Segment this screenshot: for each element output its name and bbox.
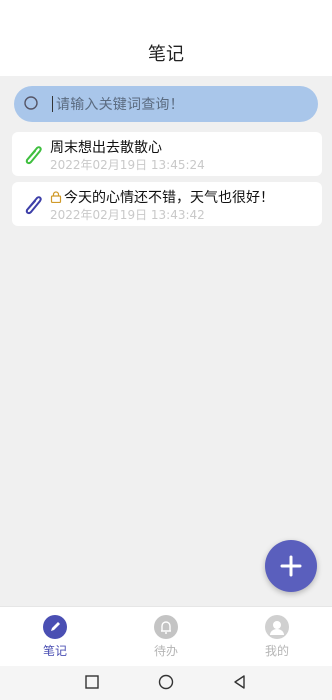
tab-profile[interactable]: 我的 <box>237 615 317 659</box>
bell-icon <box>154 615 178 639</box>
text-caret <box>52 96 53 112</box>
user-icon <box>265 615 289 639</box>
search-icon <box>24 96 38 110</box>
bottom-tab-bar: 笔记 待办 我的 <box>0 606 332 667</box>
note-title: 周末想出去散散心 <box>50 140 162 156</box>
back-button[interactable] <box>232 674 248 690</box>
pencil-icon <box>43 615 67 639</box>
add-note-button[interactable] <box>265 540 317 592</box>
plus-icon <box>280 555 302 577</box>
app-header: 笔记 <box>0 0 332 76</box>
note-item[interactable]: 周末想出去散散心 2022年02月19日 13:45:24 <box>12 132 322 176</box>
page-title: 笔记 <box>148 44 184 65</box>
tab-todo[interactable]: 待办 <box>126 615 206 659</box>
note-item[interactable]: 今天的心情还不错，天气也很好！ 2022年02月19日 13:43:42 <box>12 182 322 226</box>
system-nav-bar <box>0 666 332 700</box>
home-button[interactable] <box>158 674 174 690</box>
paperclip-icon <box>25 196 42 215</box>
search-bar[interactable]: 请输入关键词查询！ <box>14 86 318 122</box>
note-date: 2022年02月19日 13:43:42 <box>50 208 205 222</box>
paperclip-icon <box>25 146 42 165</box>
tab-label: 笔记 <box>42 644 67 658</box>
note-title-row: 今天的心情还不错，天气也很好！ <box>50 187 274 207</box>
tab-label: 待办 <box>153 644 178 658</box>
tab-notes[interactable]: 笔记 <box>15 615 95 659</box>
lock-icon <box>50 191 62 203</box>
tab-label: 我的 <box>264 644 289 658</box>
note-date: 2022年02月19日 13:45:24 <box>50 158 205 172</box>
recent-apps-button[interactable] <box>84 674 100 690</box>
note-title: 今天的心情还不错，天气也很好！ <box>64 190 274 206</box>
search-input[interactable]: 请输入关键词查询！ <box>56 94 184 114</box>
